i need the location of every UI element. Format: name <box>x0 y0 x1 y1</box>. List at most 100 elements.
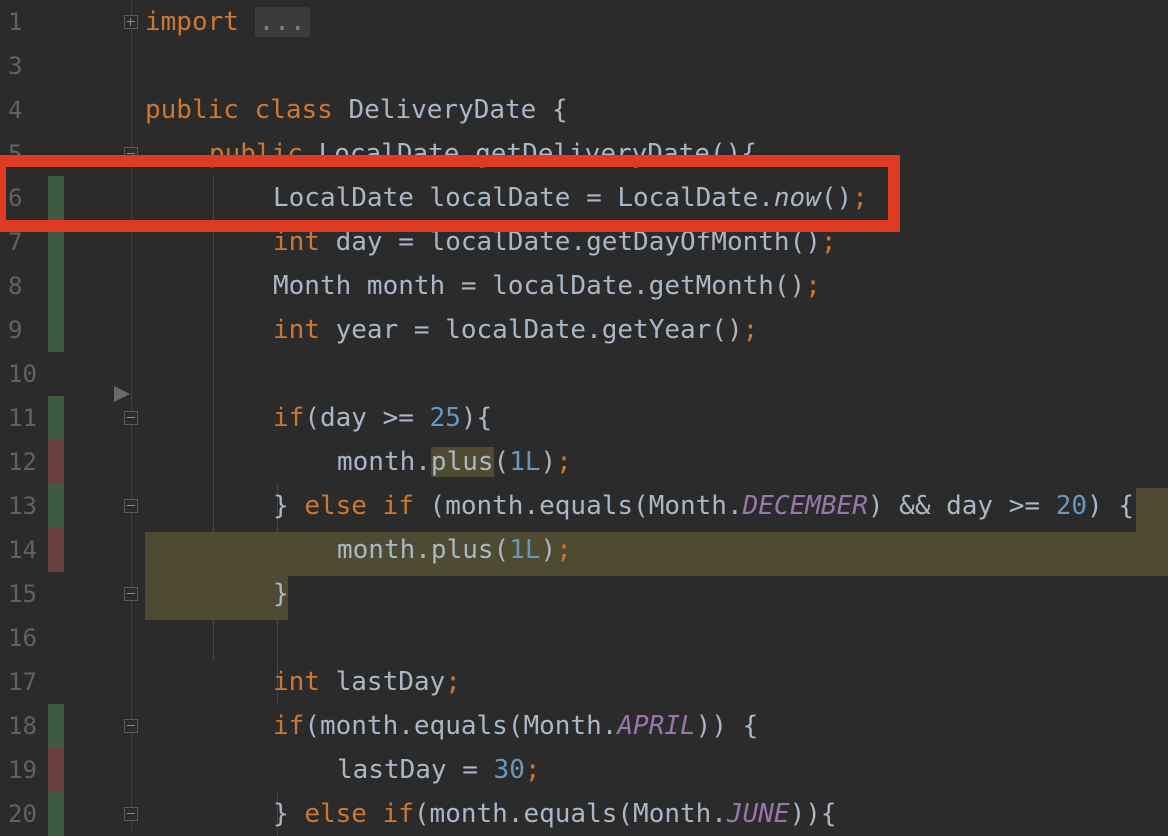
code-token: import <box>145 7 239 37</box>
code-token: ){ <box>460 403 493 433</box>
code-text[interactable]: month.plus(1L); <box>337 440 572 484</box>
code-line[interactable]: 12 month.plus(1L); <box>0 440 1168 484</box>
code-token: DECEMBER <box>742 491 868 521</box>
code-line[interactable]: 3 <box>0 44 1168 88</box>
code-token: else if <box>304 491 414 521</box>
code-text[interactable]: Month month = localDate.getMonth(); <box>273 264 821 308</box>
collapse-fold-icon[interactable] <box>124 719 138 733</box>
code-token: ; <box>805 271 821 301</box>
collapse-fold-icon[interactable] <box>124 499 138 513</box>
line-number: 13 <box>8 492 37 520</box>
line-number: 15 <box>8 580 37 608</box>
code-token: } <box>273 579 289 609</box>
code-token: if <box>273 711 305 741</box>
code-text[interactable]: lastDay = 30; <box>337 748 541 792</box>
code-token: ) <box>540 535 557 565</box>
code-line[interactable]: 20} else if(month.equals(Month.JUNE)){ <box>0 792 1168 836</box>
code-line[interactable]: 16 <box>0 616 1168 660</box>
code-token: DeliveryDate { <box>332 95 568 125</box>
code-line[interactable]: 4 public class DeliveryDate { <box>0 88 1168 132</box>
code-line[interactable]: 19 lastDay = 30; <box>0 748 1168 792</box>
code-token: 30 <box>493 755 525 785</box>
code-text[interactable]: int lastDay; <box>273 660 461 704</box>
code-token: lastDay <box>319 667 446 697</box>
breakpoint-arrow-icon[interactable] <box>114 386 130 402</box>
code-token: ; <box>742 315 759 345</box>
code-token: plus <box>430 447 494 477</box>
line-number: 10 <box>8 360 37 388</box>
code-token: 20 <box>1055 491 1088 521</box>
line-number: 19 <box>8 756 37 784</box>
code-token: 1L <box>509 535 541 565</box>
code-text[interactable]: } <box>273 572 289 616</box>
code-text[interactable]: int year = localDate.getYear(); <box>273 308 758 352</box>
line-number: 18 <box>8 712 37 740</box>
code-token: ; <box>556 535 572 565</box>
line-number: 4 <box>8 96 23 124</box>
code-token: ; <box>445 667 461 697</box>
code-token: (month.equals(Month. <box>413 491 743 521</box>
code-text[interactable]: import ... <box>145 0 310 44</box>
code-token: ... <box>254 7 310 37</box>
code-line[interactable]: 15} <box>0 572 1168 616</box>
code-line[interactable]: 10 <box>0 352 1168 396</box>
code-token: month. <box>337 447 431 477</box>
line-number: 3 <box>8 52 23 80</box>
code-token: ) <box>540 447 557 477</box>
code-token: )) { <box>695 711 759 741</box>
code-token: (month.equals(Month. <box>413 799 727 829</box>
code-line[interactable]: 8 Month month = localDate.getMonth(); <box>0 264 1168 308</box>
code-line[interactable]: 18 if(month.equals(Month.APRIL)) { <box>0 704 1168 748</box>
line-number: 20 <box>8 800 37 828</box>
code-text[interactable]: if(day >= 25){ <box>273 396 492 440</box>
collapse-fold-icon[interactable] <box>124 411 138 425</box>
code-token: APRIL <box>617 711 696 741</box>
code-token: ( <box>493 447 510 477</box>
code-text[interactable]: public class DeliveryDate { <box>145 88 568 132</box>
expand-fold-icon[interactable] <box>124 15 138 29</box>
code-token: 1L <box>509 447 541 477</box>
code-text[interactable]: } else if (month.equals(Month.DECEMBER) … <box>273 484 1134 528</box>
annotation-highlight-box <box>0 155 900 232</box>
line-number: 1 <box>8 8 23 36</box>
code-line[interactable]: 17 int lastDay; <box>0 660 1168 704</box>
line-number: 11 <box>8 404 37 432</box>
code-token: ) { <box>1087 491 1134 521</box>
code-line[interactable]: 1 import ... <box>0 0 1168 44</box>
code-token: lastDay = <box>337 755 494 785</box>
code-line[interactable]: 9 int year = localDate.getYear(); <box>0 308 1168 352</box>
code-token: (month.equals(Month. <box>304 711 618 741</box>
code-text[interactable]: month.plus(1L); <box>337 528 572 572</box>
line-number: 14 <box>8 536 37 564</box>
code-token: JUNE <box>726 799 790 829</box>
code-token: 25 <box>429 403 461 433</box>
line-number: 8 <box>8 272 23 300</box>
collapse-fold-icon[interactable] <box>124 807 138 821</box>
code-token: year = localDate.getYear() <box>319 315 743 345</box>
code-token: (day >= <box>304 403 430 433</box>
code-line[interactable]: 11 if(day >= 25){ <box>0 396 1168 440</box>
code-token: int <box>273 315 320 345</box>
code-editor[interactable]: 1 import ... 3 4 public class DeliveryDate {… <box>0 0 1168 836</box>
line-number: 12 <box>8 448 37 476</box>
line-number: 16 <box>8 624 37 652</box>
collapse-fold-icon[interactable] <box>124 587 138 601</box>
code-token: ; <box>524 755 541 785</box>
code-token: ; <box>556 447 572 477</box>
code-line[interactable]: 13} else if (month.equals(Month.DECEMBER… <box>0 484 1168 528</box>
code-token: public class <box>145 95 333 125</box>
code-token: } <box>273 799 305 829</box>
code-text[interactable]: } else if(month.equals(Month.JUNE)){ <box>273 792 837 836</box>
code-token: Month month = localDate.getMonth() <box>273 271 806 301</box>
code-token: } <box>273 491 305 521</box>
code-token: else if <box>304 799 414 829</box>
line-number: 17 <box>8 668 37 696</box>
code-text[interactable]: if(month.equals(Month.APRIL)) { <box>273 704 758 748</box>
code-token: ) && day >= <box>867 491 1056 521</box>
code-line[interactable]: 14 month.plus(1L); <box>0 528 1168 572</box>
code-token: )){ <box>789 799 837 829</box>
line-number: 9 <box>8 316 23 344</box>
code-token: int <box>273 667 320 697</box>
code-token: if <box>273 403 305 433</box>
